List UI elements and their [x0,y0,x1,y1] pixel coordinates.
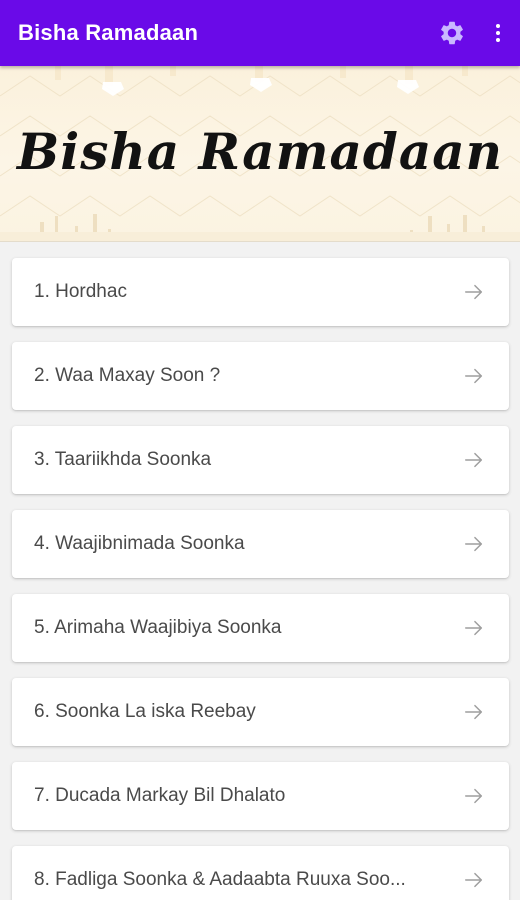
list-item[interactable]: 7. Ducada Markay Bil Dhalato [12,762,509,830]
list-item[interactable]: 3. Taariikhda Soonka [12,426,509,494]
arrow-right-icon [465,704,483,720]
overflow-menu-button[interactable] [476,0,520,66]
arrow-right-icon [465,872,483,888]
app-bar-actions [428,0,520,66]
arrow-right-icon [465,284,483,300]
arrow-right-icon [465,452,483,468]
app-title: Bisha Ramadaan [18,20,199,45]
arrow-right-icon [465,368,483,384]
list-item[interactable]: 2. Waa Maxay Soon ? [12,342,509,410]
banner-title: Bisha Ramadaan [16,122,504,181]
arrow-right-icon [465,620,483,636]
list-item-label: 7. Ducada Markay Bil Dhalato [34,785,286,806]
list-item-label: 2. Waa Maxay Soon ? [34,365,221,386]
list-item-label: 6. Soonka La iska Reebay [34,701,256,722]
settings-button[interactable] [428,0,476,66]
list-item[interactable]: 4. Waajibnimada Soonka [12,510,509,578]
list-item-label: 4. Waajibnimada Soonka [34,533,245,554]
gear-icon [441,21,463,45]
list-item[interactable]: 8. Fadliga Soonka & Aadaabta Ruuxa Soo..… [12,846,509,900]
app-bar: Bisha Ramadaan [0,0,520,66]
list-item-label: 5. Arimaha Waajibiya Soonka [34,617,282,638]
arrow-right-icon [465,788,483,804]
more-vertical-icon [496,24,500,42]
topic-list: 1. Hordhac 2. Waa Maxay Soon ? 3. Taarii… [12,258,509,900]
list-item[interactable]: 5. Arimaha Waajibiya Soonka [12,594,509,662]
list-item-label: 8. Fadliga Soonka & Aadaabta Ruuxa Soo..… [34,869,406,890]
list-item[interactable]: 1. Hordhac [12,258,509,326]
list-item-label: 3. Taariikhda Soonka [34,449,212,470]
list-item-label: 1. Hordhac [34,281,127,302]
list-item[interactable]: 6. Soonka La iska Reebay [12,678,509,746]
header-banner: Bisha Ramadaan [0,66,520,242]
arrow-right-icon [465,536,483,552]
